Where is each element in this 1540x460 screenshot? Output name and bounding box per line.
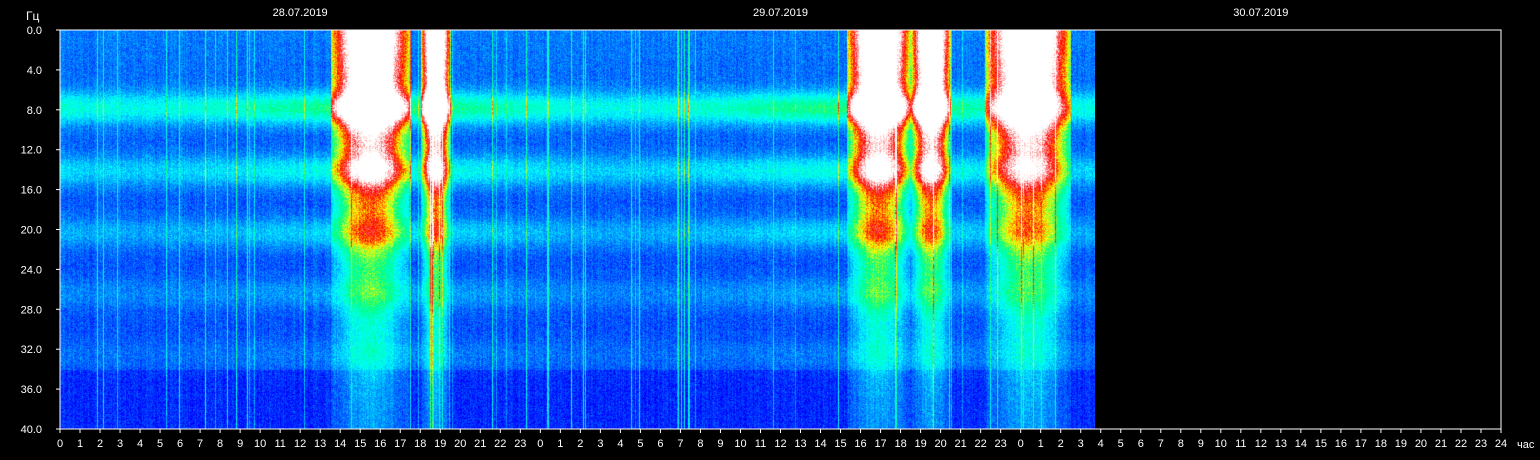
x-tick-label: 23	[514, 438, 526, 450]
x-tick-label: 0	[1018, 438, 1024, 450]
y-tick-label: 16.0	[21, 185, 42, 197]
x-tick-label: 15	[354, 438, 366, 450]
x-tick-label: 14	[334, 438, 346, 450]
x-axis-unit-label: час	[1517, 439, 1535, 451]
x-tick-label: 24	[1495, 438, 1507, 450]
x-tick-label: 13	[314, 438, 326, 450]
x-tick-label: 11	[274, 438, 285, 450]
x-tick-label: 22	[494, 438, 506, 450]
x-tick-label: 6	[1138, 438, 1144, 450]
x-tick-label: 21	[1435, 438, 1447, 450]
date-label: 29.07.2019	[753, 7, 808, 19]
x-tick-label: 11	[755, 438, 766, 450]
x-tick-label: 3	[117, 438, 123, 450]
x-tick-label: 0	[537, 438, 543, 450]
x-tick-label: 12	[774, 438, 786, 450]
x-tick-label: 11	[1235, 438, 1246, 450]
x-tick-label: 16	[374, 438, 386, 450]
x-tick-label: 16	[854, 438, 866, 450]
x-tick-label: 8	[1178, 438, 1184, 450]
y-axis-unit-label: Гц	[26, 9, 39, 23]
plot-area	[60, 30, 1501, 429]
x-tick-label: 3	[1078, 438, 1084, 450]
x-tick-label: 23	[995, 438, 1007, 450]
x-tick-label: 19	[434, 438, 446, 450]
x-tick-label: 7	[197, 438, 203, 450]
x-tick-label: 17	[1355, 438, 1367, 450]
y-tick-label: 12.0	[21, 145, 42, 157]
x-tick-label: 3	[597, 438, 603, 450]
x-tick-label: 19	[914, 438, 926, 450]
x-tick-label: 8	[697, 438, 703, 450]
y-tick-label: 20.0	[21, 225, 42, 237]
y-tick-label: 40.0	[21, 424, 42, 436]
x-tick-label: 21	[474, 438, 486, 450]
x-tick-label: 20	[454, 438, 466, 450]
x-tick-label: 5	[1118, 438, 1124, 450]
date-label: 30.07.2019	[1233, 7, 1288, 19]
no-data-region	[1095, 30, 1501, 429]
x-tick-label: 0	[57, 438, 63, 450]
x-tick-label: 5	[637, 438, 643, 450]
x-tick-label: 2	[577, 438, 583, 450]
x-tick-label: 13	[794, 438, 806, 450]
x-tick-label: 23	[1475, 438, 1487, 450]
y-tick-label: 28.0	[21, 304, 42, 316]
x-tick-label: 1	[77, 438, 83, 450]
x-tick-label: 12	[294, 438, 306, 450]
x-tick-label: 18	[894, 438, 906, 450]
x-tick-label: 9	[237, 438, 243, 450]
x-tick-label: 10	[1215, 438, 1227, 450]
x-tick-label: 4	[137, 438, 143, 450]
x-tick-label: 6	[177, 438, 183, 450]
x-tick-label: 18	[414, 438, 426, 450]
x-tick-label: 8	[217, 438, 223, 450]
x-tick-label: 17	[874, 438, 886, 450]
x-tick-label: 15	[834, 438, 846, 450]
y-tick-label: 0.0	[27, 25, 42, 37]
x-tick-label: 10	[734, 438, 746, 450]
x-tick-label: 22	[975, 438, 987, 450]
x-tick-label: 16	[1335, 438, 1347, 450]
x-tick-label: 1	[1038, 438, 1044, 450]
y-tick-label: 32.0	[21, 344, 42, 356]
x-tick-label: 22	[1455, 438, 1467, 450]
spectrogram-image	[60, 30, 1095, 429]
x-tick-label: 7	[677, 438, 683, 450]
x-tick-label: 2	[97, 438, 103, 450]
x-tick-label: 7	[1158, 438, 1164, 450]
x-tick-label: 21	[955, 438, 967, 450]
x-tick-label: 4	[1098, 438, 1104, 450]
x-tick-label: 17	[394, 438, 406, 450]
x-tick-label: 6	[657, 438, 663, 450]
x-tick-label: 14	[814, 438, 826, 450]
x-tick-label: 4	[617, 438, 623, 450]
y-tick-label: 4.0	[27, 65, 42, 77]
x-tick-label: 12	[1255, 438, 1267, 450]
x-tick-label: 20	[934, 438, 946, 450]
x-tick-label: 2	[1058, 438, 1064, 450]
y-tick-label: 24.0	[21, 264, 42, 276]
x-tick-label: 20	[1415, 438, 1427, 450]
x-tick-label: 9	[717, 438, 723, 450]
x-tick-label: 9	[1198, 438, 1204, 450]
y-tick-label: 8.0	[27, 105, 42, 117]
x-tick-label: 5	[157, 438, 163, 450]
x-tick-label: 15	[1315, 438, 1327, 450]
date-label: 28.07.2019	[273, 7, 328, 19]
y-tick-label: 36.0	[21, 384, 42, 396]
x-tick-label: 14	[1295, 438, 1307, 450]
x-tick-label: 10	[254, 438, 266, 450]
x-tick-label: 19	[1395, 438, 1407, 450]
x-tick-label: 18	[1375, 438, 1387, 450]
spectrogram-chart: Гц час 0.0 4.0 8.0 12.0 16.0 20.0 24.0 28.0 32.0…	[0, 0, 1540, 460]
x-tick-label: 1	[557, 438, 563, 450]
x-tick-label: 13	[1275, 438, 1287, 450]
